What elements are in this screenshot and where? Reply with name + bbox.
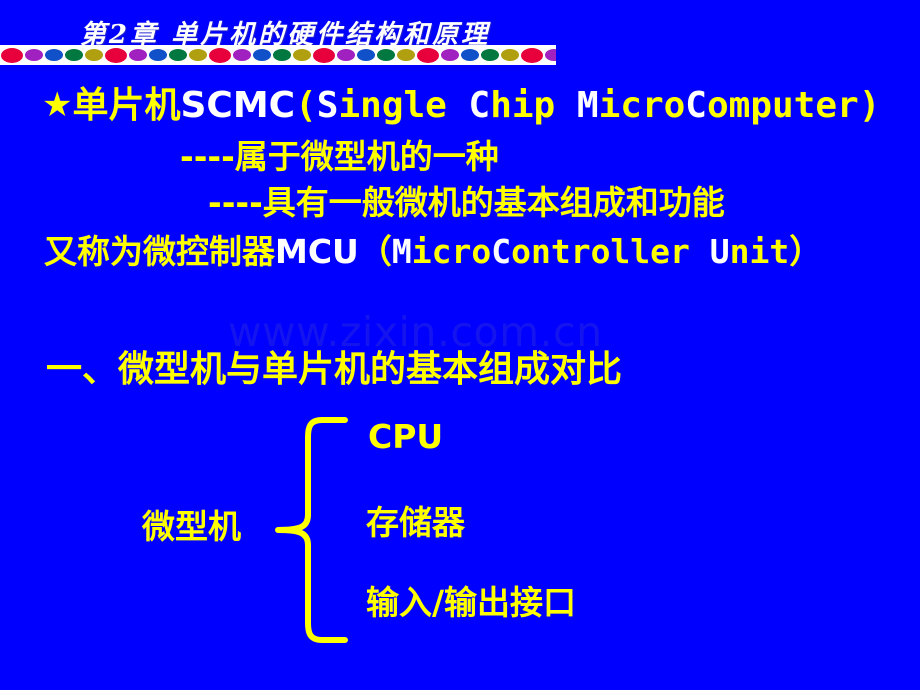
decor-dot [313, 47, 335, 63]
star-bullet-icon: ★ [42, 85, 73, 125]
decor-dot [1, 47, 23, 63]
decor-dot [253, 49, 271, 61]
decor-dot [169, 49, 187, 61]
decor-dot [293, 49, 311, 61]
bullet-line-belongs-to-micro: ----属于微型机的一种 [180, 137, 499, 176]
decor-dot [441, 49, 459, 61]
mcu-paren-open: （ [358, 232, 392, 271]
decor-dot [85, 49, 103, 61]
scmc-acronym: SCMC [180, 85, 296, 126]
decor-dot [149, 49, 167, 61]
brace-diagram: 微型机 CPU 存储器 输入/输出接口 [0, 400, 920, 660]
decor-dot [25, 49, 43, 61]
scmc-chinese-text: 单片机 [72, 85, 181, 126]
decor-dot [377, 49, 395, 61]
diagram-parent-label: 微型机 [142, 507, 241, 546]
decor-dot [461, 49, 479, 61]
decor-dot [357, 49, 375, 61]
section-heading: 一、微型机与单片机的基本组成对比 [46, 349, 623, 390]
mcu-chinese-text: 又称为微控制器 [44, 232, 275, 271]
decor-dot [545, 49, 556, 61]
presentation-slide: 第2章 单片机的硬件结构和原理 ★单片机SCMC(Single Chip Mic… [0, 0, 920, 690]
decor-dot [417, 47, 439, 63]
bullet-line-general-features: ----具有一般微机的基本组成和功能 [208, 183, 725, 222]
decor-dot [129, 49, 147, 61]
mcu-paren-close: ） [789, 232, 823, 271]
decor-dot [189, 49, 207, 61]
decor-dot [233, 49, 251, 61]
bullet-line-scmc: ★单片机SCMC(Single Chip MicroComputer) [42, 88, 880, 124]
scmc-expansion-text: Single Chip MicroComputer [316, 85, 859, 126]
decor-dot [273, 49, 291, 61]
decor-dot [209, 47, 231, 63]
mcu-acronym: MCU [275, 232, 359, 271]
scmc-paren-open: ( [295, 85, 317, 126]
diagram-item-memory: 存储器 [366, 503, 465, 542]
decor-dot [105, 47, 127, 63]
decor-dot [45, 49, 63, 61]
bullet-line-mcu: 又称为微控制器MCU（MicroController Unit） [44, 235, 822, 268]
decor-dot [337, 49, 355, 61]
mcu-expansion-text: MicroController Unit [391, 232, 790, 271]
decorative-dot-bar [0, 45, 556, 65]
decor-dot [65, 49, 83, 61]
decor-dot [521, 47, 543, 63]
decor-dot [501, 49, 519, 61]
scmc-paren-close: ) [858, 85, 881, 126]
decor-dot [481, 49, 499, 61]
diagram-item-cpu: CPU [368, 417, 444, 456]
decor-dot [397, 49, 415, 61]
diagram-item-io-interface: 输入/输出接口 [366, 583, 577, 622]
curly-brace-icon [275, 417, 348, 643]
